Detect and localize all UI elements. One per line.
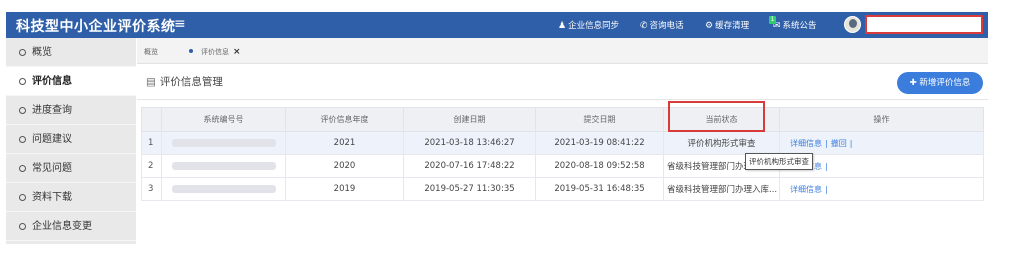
status-tooltip: 评价机构形式审查 — [745, 153, 813, 170]
submitted-date-cell: 2021-03-19 08:41:22 — [535, 131, 664, 155]
user-icon: ♟ — [558, 21, 567, 31]
system-notice-link[interactable]: 1 ✉ 系统公告 — [769, 16, 817, 31]
tab-evaluation-info[interactable]: 评价信息 × — [189, 47, 241, 57]
tab-bar: 概览 评价信息 × — [137, 38, 988, 64]
list-icon: ▤ — [146, 76, 156, 88]
withdraw-link[interactable]: 撤回 — [831, 139, 847, 148]
username-box[interactable] — [865, 15, 983, 34]
user-avatar[interactable] — [844, 16, 861, 33]
separator: | — [825, 138, 828, 148]
created-date-cell: 2020-07-16 17:48:22 — [403, 154, 536, 178]
page-title-text: 评价信息管理 — [159, 76, 223, 88]
column-header-index — [141, 107, 162, 132]
separator: | — [825, 161, 828, 171]
sidebar-item-faq[interactable]: 常见问题 — [6, 154, 136, 183]
tab-overview[interactable]: 概览 — [144, 47, 158, 57]
sync-label: 企业信息同步 — [568, 21, 620, 31]
sidebar-item-evaluation-info[interactable]: 评价信息 — [6, 67, 136, 96]
close-icon[interactable]: × — [233, 47, 241, 57]
phone-icon: ✆ — [640, 21, 648, 31]
circle-icon — [19, 49, 26, 56]
status-cell: 省级科技管理部门办理入库... — [663, 177, 780, 201]
notice-count-badge: 1 — [769, 16, 776, 24]
sync-company-info-link[interactable]: ♟ 企业信息同步 — [558, 19, 619, 31]
sidebar-item-overview[interactable]: 概览 — [6, 38, 136, 67]
sidebar: 概览 评价信息 进度查询 问题建议 常见问题 资料下载 企业信息变更 — [6, 38, 136, 244]
sidebar-item-label: 资料下载 — [32, 192, 72, 203]
hotline-label: 咨询电话 — [649, 21, 684, 31]
separator: | — [849, 138, 853, 148]
add-evaluation-label: 新增评价信息 — [919, 78, 971, 88]
details-link[interactable]: 详细信息 — [790, 185, 822, 194]
actions-cell: 详细信息 | 撤回 | — [779, 131, 984, 155]
circle-icon — [19, 223, 26, 230]
submitted-date-cell: 2019-05-31 16:48:35 — [535, 177, 664, 201]
system-number-redacted — [161, 177, 286, 201]
table-header-row: 系统编号号 评价信息年度 创建日期 提交日期 当前状态 操作 — [141, 107, 984, 132]
app-title: 科技型中小企业评价系统 — [16, 19, 176, 35]
circle-icon — [19, 165, 26, 172]
clear-cache-link[interactable]: ⚙ 缓存清理 — [705, 19, 749, 31]
hamburger-icon[interactable]: ≡ — [174, 16, 186, 32]
actions-cell: 详细信息| — [779, 177, 984, 201]
column-header-current-status: 当前状态 — [663, 107, 780, 132]
table-row: 2 2020 2020-07-16 17:48:22 2020-08-18 09… — [141, 154, 984, 178]
system-number-redacted — [161, 154, 286, 178]
sidebar-item-label: 概览 — [32, 47, 52, 58]
year-cell: 2021 — [285, 131, 404, 155]
sidebar-item-label: 问题建议 — [32, 134, 72, 145]
main-content: 概览 评价信息 × ▤ 评价信息管理 ✚ 新增评价信息 系统编号号 评价信息年度 创… — [137, 38, 988, 244]
active-dot-icon — [189, 49, 193, 53]
system-notice-label: 系统公告 — [782, 21, 817, 31]
sidebar-item-label: 评价信息 — [32, 76, 72, 87]
gear-icon: ⚙ — [705, 21, 714, 31]
circle-icon — [19, 136, 26, 143]
circle-icon — [19, 78, 26, 85]
table-row: 1 2021 2021-03-18 13:46:27 2021-03-19 08… — [141, 131, 984, 155]
evaluation-table: 系统编号号 评价信息年度 创建日期 提交日期 当前状态 操作 1 2021 20… — [141, 107, 984, 201]
top-header-bar: 科技型中小企业评价系统 ≡ ♟ 企业信息同步 ✆ 咨询电话 ⚙ 缓存清理 1 ✉ 系统公… — [6, 12, 988, 38]
circle-icon — [19, 107, 26, 114]
separator: | — [825, 184, 828, 194]
hotline-link[interactable]: ✆ 咨询电话 — [640, 19, 684, 31]
divider — [137, 99, 988, 100]
year-cell: 2019 — [285, 177, 404, 201]
add-evaluation-button[interactable]: ✚ 新增评价信息 — [897, 72, 983, 94]
tab-label: 概览 — [144, 48, 158, 56]
column-header-system-number: 系统编号号 — [161, 107, 286, 132]
column-header-created-date: 创建日期 — [403, 107, 536, 132]
plus-icon: ✚ — [909, 78, 920, 88]
created-date-cell: 2019-05-27 11:30:35 — [403, 177, 536, 201]
column-header-submitted-date: 提交日期 — [535, 107, 664, 132]
status-cell: 评价机构形式审查 — [663, 131, 780, 155]
circle-icon — [19, 194, 26, 201]
clear-cache-label: 缓存清理 — [715, 21, 750, 31]
sidebar-item-suggestions[interactable]: 问题建议 — [6, 125, 136, 154]
system-number-redacted — [161, 131, 286, 155]
year-cell: 2020 — [285, 154, 404, 178]
tab-label: 评价信息 — [201, 48, 229, 56]
details-link[interactable]: 详细信息 — [790, 139, 822, 148]
sidebar-item-downloads[interactable]: 资料下载 — [6, 183, 136, 212]
sidebar-item-label: 进度查询 — [32, 105, 72, 116]
created-date-cell: 2021-03-18 13:46:27 — [403, 131, 536, 155]
row-index: 3 — [141, 177, 162, 201]
sidebar-item-company-info-change[interactable]: 企业信息变更 — [6, 212, 136, 241]
page-title: ▤ 评价信息管理 — [146, 74, 223, 89]
sidebar-item-progress-query[interactable]: 进度查询 — [6, 96, 136, 125]
row-index: 1 — [141, 131, 162, 155]
column-header-actions: 操作 — [779, 107, 984, 132]
row-index: 2 — [141, 154, 162, 178]
table-row: 3 2019 2019-05-27 11:30:35 2019-05-31 16… — [141, 177, 984, 201]
sidebar-item-label: 企业信息变更 — [32, 221, 92, 232]
sidebar-item-label: 常见问题 — [32, 163, 72, 174]
column-header-year: 评价信息年度 — [285, 107, 404, 132]
submitted-date-cell: 2020-08-18 09:52:58 — [535, 154, 664, 178]
